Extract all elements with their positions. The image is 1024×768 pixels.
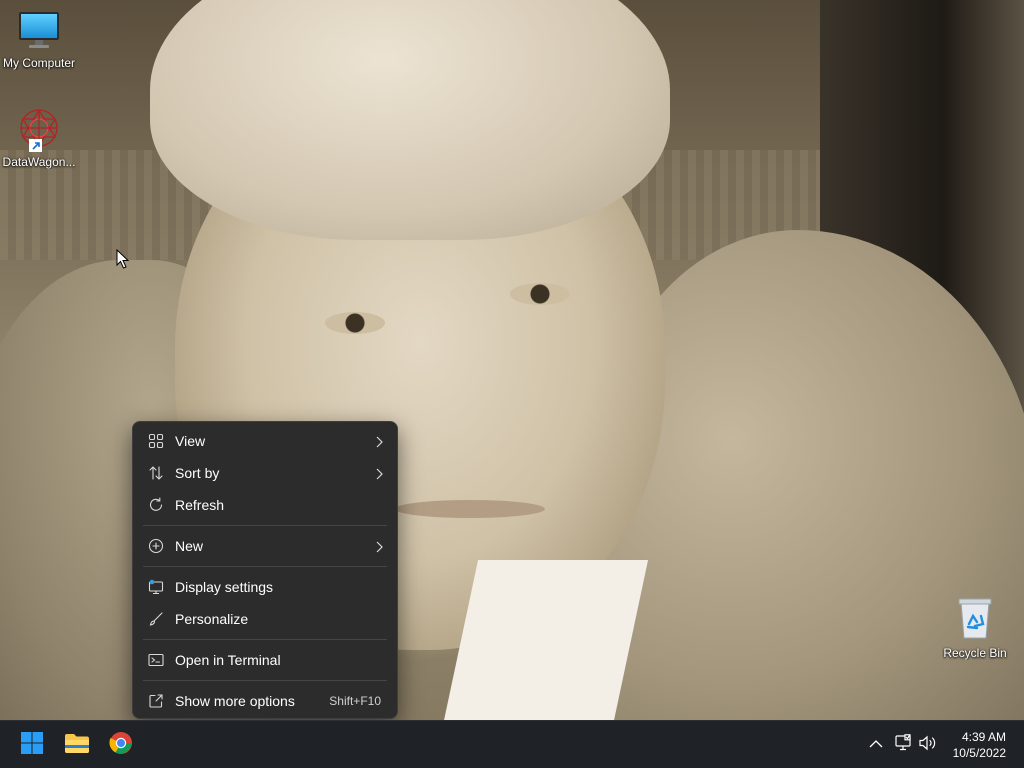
menu-item-label: Open in Terminal [175,652,281,668]
volume-button[interactable] [918,735,938,755]
menu-shortcut-hint: Shift+F10 [329,694,381,708]
grid-view-icon [147,432,165,450]
menu-item-label: View [175,433,206,449]
chevron-right-icon [375,467,383,483]
menu-separator [143,680,387,681]
menu-item-label: Display settings [175,579,274,595]
menu-item-open-in-terminal[interactable]: Open in Terminal [137,644,393,676]
menu-item-refresh[interactable]: Refresh [137,489,393,521]
chrome-icon [109,731,133,760]
taskbar-clock[interactable]: 4:39 AM 10/5/2022 [936,729,1006,761]
taskbar: 4:39 AM 10/5/2022 [0,720,1024,768]
wallpaper-shirt [441,560,649,720]
file-explorer-button[interactable] [61,729,93,761]
menu-item-new[interactable]: New [137,530,393,562]
menu-item-view[interactable]: View [137,425,393,457]
menu-item-label: New [175,538,204,554]
menu-separator [143,566,387,567]
chevron-up-icon [869,736,883,754]
clock-time: 4:39 AM [961,730,1006,744]
open-external-icon [147,692,165,710]
menu-item-personalize[interactable]: Personalize [137,603,393,635]
network-button[interactable] [893,733,913,757]
wallpaper-mouth [395,500,545,518]
clock-date: 10/5/2022 [952,746,1006,760]
folder-icon [64,732,90,759]
volume-icon [918,734,938,757]
refresh-icon [147,496,165,514]
desktop-icon-label: Recycle Bin [943,646,1007,660]
desktop-icon-label: My Computer [2,56,76,70]
desktop-icon-datawagon[interactable]: DataWagon... [1,106,77,169]
shortcut-arrow-icon [29,139,42,152]
menu-separator [143,525,387,526]
sort-icon [147,464,165,482]
recycle-bin-icon [937,596,1013,643]
desktop-icon-label: DataWagon... [2,155,76,169]
menu-item-label: Personalize [175,611,249,627]
monitor-icon [1,10,77,53]
brush-icon [147,610,165,628]
menu-separator [143,639,387,640]
menu-item-sort-by[interactable]: Sort by [137,457,393,489]
wallpaper-cap [150,0,670,240]
mouse-cursor-icon [116,248,130,275]
terminal-icon [147,651,165,669]
desktop-icon-recycle-bin[interactable]: Recycle Bin [937,596,1013,660]
plus-circle-icon [147,537,165,555]
wallpaper-eye-left [325,312,385,334]
show-hidden-icons-button[interactable] [866,735,886,755]
display-settings-icon [147,578,165,596]
wallpaper-eye-right [510,283,570,305]
chevron-right-icon [375,435,383,451]
windows-start-icon [20,731,44,760]
network-icon [894,733,912,757]
chrome-button[interactable] [105,729,137,761]
menu-item-label: Sort by [175,465,220,481]
menu-item-show-more-options[interactable]: Show more options Shift+F10 [137,685,393,717]
menu-item-display-settings[interactable]: Display settings [137,571,393,603]
desktop-context-menu: View Sort by Refresh New Display setting… [132,421,398,719]
desktop-icon-my-computer[interactable]: My Computer [1,10,77,70]
chevron-right-icon [375,540,383,556]
datawagon-app-icon [16,106,62,152]
menu-item-label: Refresh [175,497,225,513]
start-button[interactable] [16,729,48,761]
